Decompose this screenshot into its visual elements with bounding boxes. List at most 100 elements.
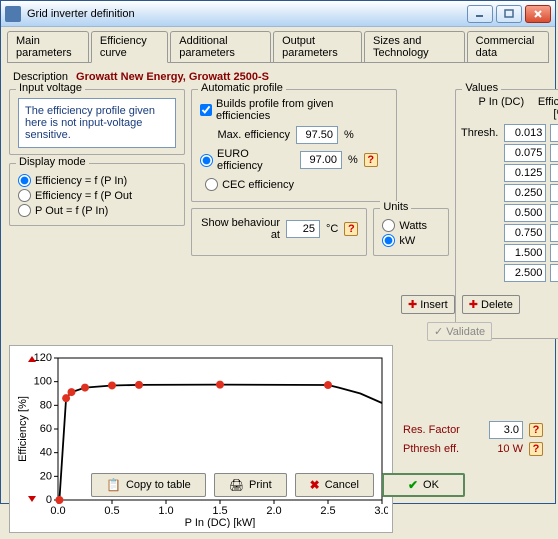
- values-buttons: ✚Insert ✚Delete ✓Validate: [399, 293, 543, 343]
- group-title: Values: [462, 82, 501, 94]
- radio-watts[interactable]: Watts: [382, 219, 440, 232]
- group-title: Display mode: [16, 156, 89, 168]
- svg-text:120: 120: [34, 352, 52, 364]
- footer-buttons: 📋Copy to table 🖨Print ✖Cancel ✔OK: [9, 473, 547, 497]
- copy-to-table-button[interactable]: 📋Copy to table: [91, 473, 206, 497]
- print-button[interactable]: 🖨Print: [214, 473, 287, 497]
- value-row: [462, 184, 558, 202]
- value-row: [462, 224, 558, 242]
- tab-additional-parameters[interactable]: Additional parameters: [170, 31, 271, 62]
- ok-button[interactable]: ✔OK: [382, 473, 465, 497]
- group-units: Units Watts kW: [373, 208, 449, 256]
- group-show-behaviour: Show behaviour at °C ?: [191, 208, 367, 256]
- value-row: [462, 264, 558, 282]
- efficiency-chart: 0.00.51.01.52.02.53.0020406080100120P In…: [9, 345, 393, 533]
- cancel-button[interactable]: ✖Cancel: [295, 473, 374, 497]
- group-display-mode: Display mode Efficiency = f (P In) Effic…: [9, 163, 185, 226]
- pin-input[interactable]: [504, 224, 546, 242]
- validate-button[interactable]: ✓Validate: [427, 322, 492, 341]
- radio-euro-eff[interactable]: EURO efficiency: [200, 148, 294, 172]
- eff-input[interactable]: [550, 264, 558, 282]
- euro-eff-input[interactable]: [300, 151, 342, 169]
- eff-input[interactable]: [550, 224, 558, 242]
- svg-text:2.5: 2.5: [320, 505, 335, 517]
- minimize-button[interactable]: [467, 5, 493, 23]
- group-automatic-profile: Automatic profile Builds profile from gi…: [191, 89, 397, 202]
- radio-kw[interactable]: kW: [382, 234, 440, 247]
- value-row: Thresh.: [462, 124, 558, 142]
- group-title: Automatic profile: [198, 82, 286, 94]
- svg-text:40: 40: [40, 447, 52, 459]
- pthresh-label: Pthresh eff.: [403, 443, 485, 455]
- pin-input[interactable]: [504, 124, 546, 142]
- tab-efficiency-curve[interactable]: Efficiency curve: [91, 31, 168, 63]
- window-title: Grid inverter definition: [27, 8, 464, 20]
- value-row: [462, 204, 558, 222]
- show-temp-input[interactable]: [286, 220, 320, 238]
- group-title: Units: [380, 201, 411, 213]
- tab-sizes-technology[interactable]: Sizes and Technology: [364, 31, 465, 62]
- svg-text:60: 60: [40, 423, 52, 435]
- eff-input[interactable]: [550, 204, 558, 222]
- eff-input[interactable]: [550, 124, 558, 142]
- pin-input[interactable]: [504, 144, 546, 162]
- radio-cec-eff[interactable]: CEC efficiency: [200, 178, 294, 191]
- delete-button[interactable]: ✚Delete: [462, 295, 520, 314]
- res-factor-input[interactable]: [489, 421, 523, 439]
- svg-text:Efficiency [%]: Efficiency [%]: [17, 396, 29, 462]
- tab-strip: Main parameters Efficiency curve Additio…: [1, 27, 555, 62]
- copy-icon: 📋: [106, 478, 121, 492]
- max-eff-label: Max. efficiency: [200, 129, 290, 141]
- pthresh-value: 10 W: [491, 443, 523, 455]
- radio-eff-pout[interactable]: Efficiency = f (P Out: [18, 189, 176, 202]
- value-row: [462, 244, 558, 262]
- svg-text:100: 100: [34, 376, 52, 388]
- value-row: [462, 144, 558, 162]
- help-icon[interactable]: ?: [529, 423, 543, 437]
- check-icon: ✔: [408, 478, 418, 492]
- value-row: [462, 164, 558, 182]
- pin-input[interactable]: [504, 244, 546, 262]
- eff-input[interactable]: [550, 164, 558, 182]
- insert-button[interactable]: ✚Insert: [401, 295, 455, 314]
- col-eff: Efficiency [%]: [530, 96, 558, 120]
- group-input-voltage: Input voltage The efficiency profile giv…: [9, 89, 185, 155]
- res-factor-label: Res. Factor: [403, 424, 483, 436]
- pin-input[interactable]: [504, 164, 546, 182]
- window: Grid inverter definition Main parameters…: [0, 0, 556, 504]
- help-icon[interactable]: ?: [344, 222, 358, 236]
- check-builds-profile[interactable]: Builds profile from given efficiencies: [200, 98, 388, 122]
- max-eff-input[interactable]: [296, 126, 338, 144]
- svg-text:3.0: 3.0: [374, 505, 388, 517]
- svg-text:0.5: 0.5: [104, 505, 119, 517]
- help-icon[interactable]: ?: [364, 153, 378, 167]
- titlebar: Grid inverter definition: [1, 1, 555, 27]
- svg-text:2.0: 2.0: [266, 505, 281, 517]
- eff-input[interactable]: [550, 244, 558, 262]
- print-icon: 🖨: [229, 478, 244, 492]
- pin-input[interactable]: [504, 204, 546, 222]
- svg-text:0.0: 0.0: [50, 505, 65, 517]
- eff-input[interactable]: [550, 144, 558, 162]
- show-behaviour-label: Show behaviour at: [200, 217, 280, 241]
- thresh-label: Thresh.: [461, 127, 498, 139]
- eff-input[interactable]: [550, 184, 558, 202]
- group-title: Input voltage: [16, 82, 85, 94]
- cancel-icon: ✖: [310, 478, 320, 492]
- res-panel: Res. Factor ? Pthresh eff. 10 W ?: [403, 418, 543, 459]
- help-icon[interactable]: ?: [529, 442, 543, 456]
- svg-text:1.5: 1.5: [212, 505, 227, 517]
- radio-eff-pin[interactable]: Efficiency = f (P In): [18, 174, 176, 187]
- col-pin: P In (DC): [476, 96, 526, 120]
- input-voltage-text: The efficiency profile given here is not…: [18, 98, 176, 148]
- tab-commercial-data[interactable]: Commercial data: [467, 31, 549, 62]
- pin-input[interactable]: [504, 264, 546, 282]
- close-button[interactable]: [525, 5, 551, 23]
- maximize-button[interactable]: [496, 5, 522, 23]
- pin-input[interactable]: [504, 184, 546, 202]
- svg-text:80: 80: [40, 399, 52, 411]
- tab-main-parameters[interactable]: Main parameters: [7, 31, 89, 62]
- svg-text:1.0: 1.0: [158, 505, 173, 517]
- tab-output-parameters[interactable]: Output parameters: [273, 31, 362, 62]
- radio-pout-pin[interactable]: P Out = f (P In): [18, 204, 176, 217]
